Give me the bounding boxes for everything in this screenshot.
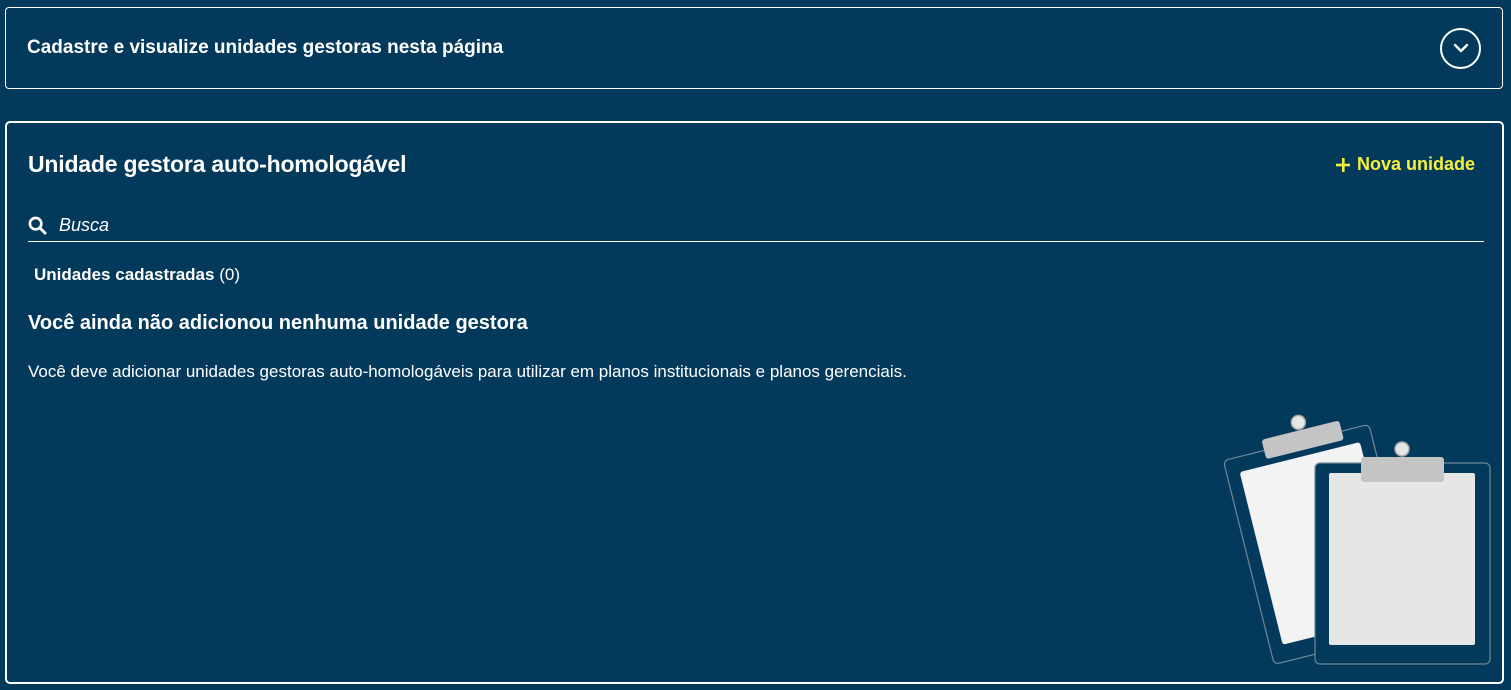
chevron-down-icon — [1453, 43, 1468, 53]
info-accordion[interactable]: Cadastre e visualize unidades gestoras n… — [5, 7, 1503, 89]
search-icon — [28, 216, 47, 235]
units-count-label: Unidades cadastradas — [34, 265, 215, 284]
clipboards-illustration — [1223, 414, 1491, 665]
new-unit-button[interactable]: Nova unidade — [1335, 154, 1475, 175]
plus-icon — [1335, 157, 1350, 172]
search-input[interactable] — [59, 214, 1484, 236]
empty-state-title: Você ainda não adicionou nenhuma unidade… — [28, 312, 528, 334]
card-title: Unidade gestora auto-homologável — [28, 151, 407, 177]
managing-units-card: Unidade gestora auto-homologável Nova un… — [5, 121, 1504, 684]
empty-state-description: Você deve adicionar unidades gestoras au… — [28, 362, 907, 381]
units-count-value: (0) — [219, 265, 240, 284]
accordion-title: Cadastre e visualize unidades gestoras n… — [27, 37, 504, 58]
units-count: Unidades cadastradas (0) — [34, 265, 240, 285]
search-bar — [28, 209, 1484, 242]
accordion-toggle-button[interactable] — [1440, 27, 1481, 69]
new-unit-label: Nova unidade — [1356, 154, 1475, 174]
